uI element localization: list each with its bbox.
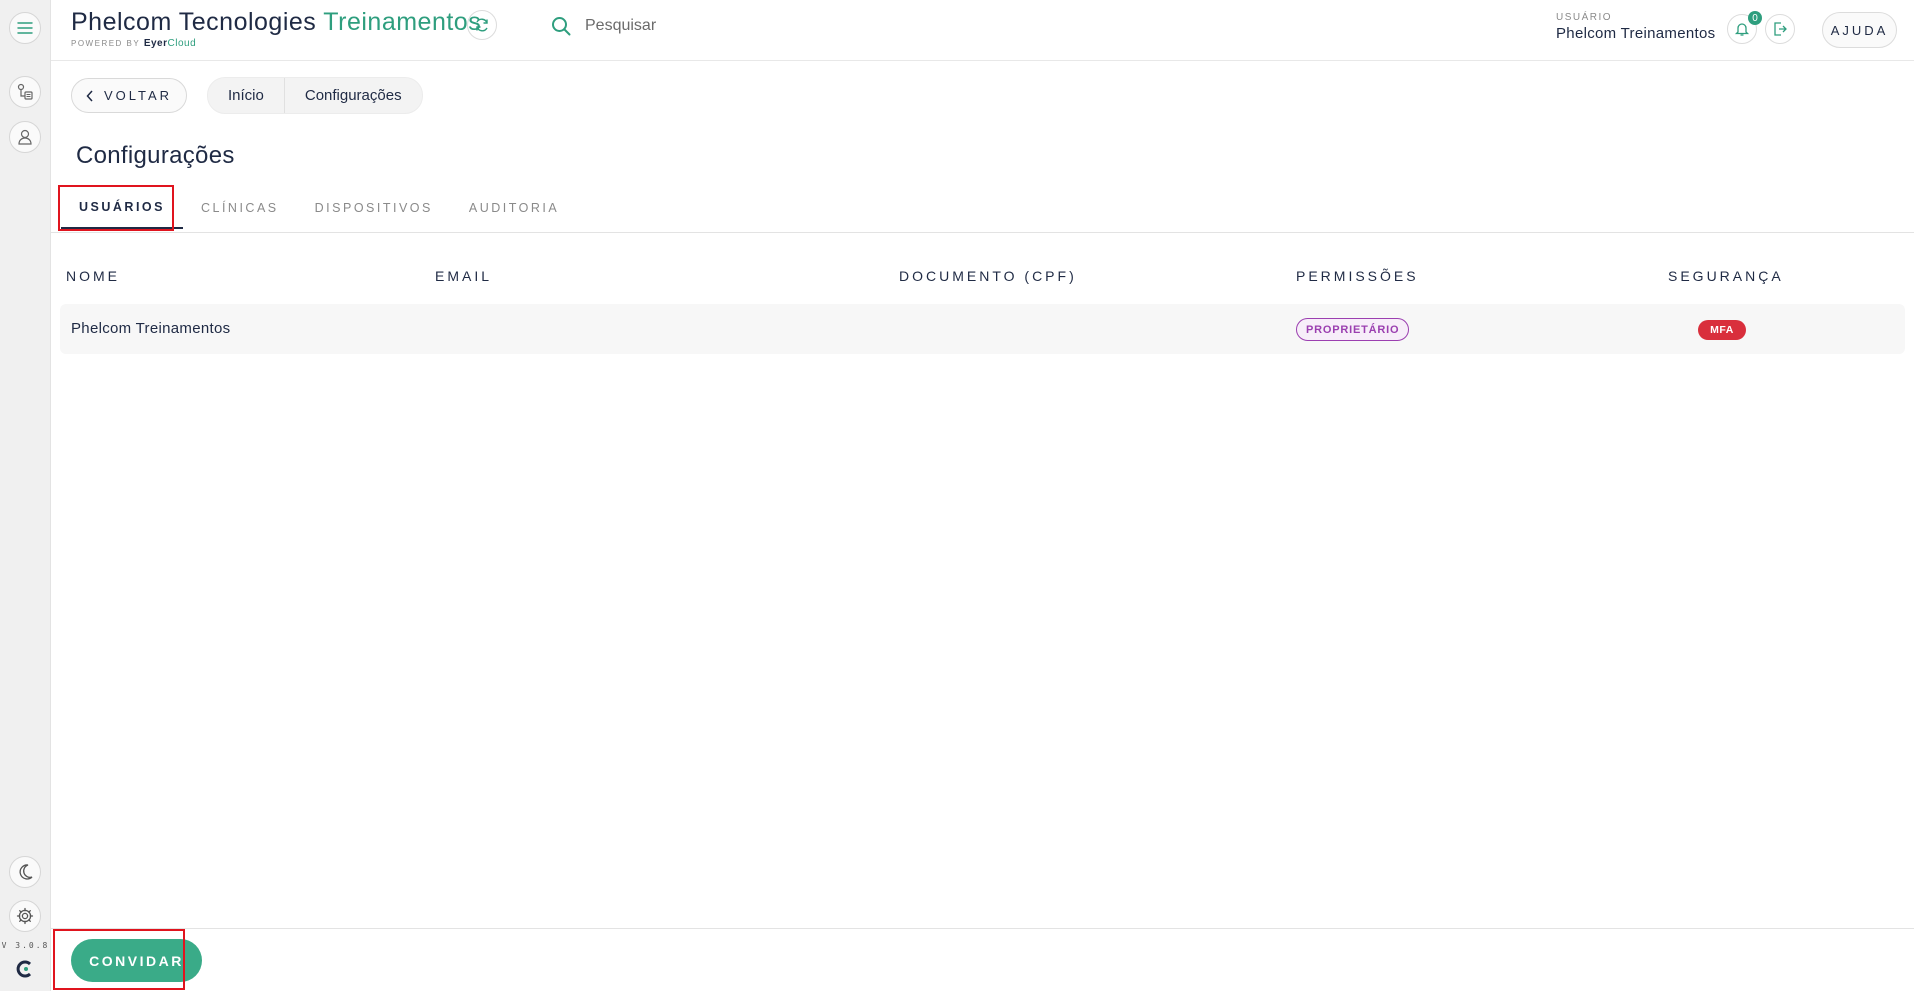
- exams-button[interactable]: [9, 76, 41, 108]
- user-name-cell: Phelcom Treinamentos: [71, 320, 231, 337]
- top-bar: Phelcom Tecnologies Treinamentos POWERED…: [51, 0, 1914, 61]
- app-title-accent: Treinamentos: [323, 8, 482, 36]
- tab-divider: [51, 232, 1914, 233]
- logout-button[interactable]: [1765, 14, 1795, 44]
- bell-icon: [1734, 23, 1750, 36]
- highlight-box-users-tab: [58, 185, 174, 231]
- highlight-box-invite-button: [53, 929, 185, 990]
- patients-button[interactable]: [9, 121, 41, 153]
- tab-clinics[interactable]: CLÍNICAS: [183, 187, 297, 229]
- powered-brand-accent: Cloud: [167, 38, 197, 49]
- brand: Phelcom Tecnologies Treinamentos POWERED…: [71, 8, 481, 49]
- column-header-document: DOCUMENTO (CPF): [899, 268, 1077, 284]
- user-name: Phelcom Treinamentos: [1556, 25, 1716, 42]
- settings-icon: [16, 907, 34, 925]
- back-button[interactable]: VOLTAR: [71, 78, 187, 113]
- logout-icon: [1774, 22, 1787, 36]
- user-info: USUÁRIO Phelcom Treinamentos: [1556, 12, 1715, 42]
- breadcrumb-item-settings[interactable]: Configurações: [283, 78, 422, 113]
- permission-badge: PROPRIETÁRIO: [1296, 318, 1410, 341]
- sync-button[interactable]: [467, 10, 497, 40]
- version-label: V 3.0.8: [1, 941, 50, 950]
- breadcrumb-item-home[interactable]: Início: [208, 78, 284, 113]
- powered-by-label: POWERED BY: [71, 39, 141, 48]
- notification-count: 0: [1748, 11, 1762, 25]
- sync-icon: [476, 18, 488, 32]
- app-title: Phelcom Tecnologies Treinamentos: [71, 8, 481, 37]
- search-icon[interactable]: [551, 16, 571, 36]
- notifications-button[interactable]: 0: [1727, 11, 1762, 44]
- column-header-permissions: PERMISSÕES: [1296, 268, 1419, 284]
- column-header-name: NOME: [66, 268, 120, 284]
- user-caption: USUÁRIO: [1556, 12, 1613, 23]
- eyer-logo-icon: [16, 960, 32, 978]
- page-title: Configurações: [76, 142, 235, 169]
- menu-button[interactable]: [9, 12, 41, 44]
- exams-icon: [17, 83, 33, 100]
- column-header-email: EMAIL: [435, 268, 493, 284]
- settings-button[interactable]: [9, 900, 41, 932]
- patients-icon: [18, 129, 32, 145]
- powered-by: POWERED BY EyerCloud: [71, 38, 481, 49]
- security-badge: MFA: [1698, 320, 1746, 340]
- left-rail: V 3.0.8: [0, 0, 51, 991]
- dark-mode-toggle[interactable]: [9, 856, 41, 888]
- back-label: VOLTAR: [103, 88, 173, 103]
- table-header: NOME EMAIL DOCUMENTO (CPF) PERMISSÕES SE…: [60, 268, 1904, 290]
- chevron-left-icon: [86, 89, 93, 102]
- table-row[interactable]: Phelcom Treinamentos PROPRIETÁRIO MFA: [60, 304, 1905, 354]
- app-title-main: Phelcom Tecnologies: [71, 8, 317, 36]
- search-input[interactable]: [585, 17, 885, 35]
- menu-icon: [17, 22, 33, 34]
- footer-divider: [51, 928, 1914, 929]
- tab-devices[interactable]: DISPOSITIVOS: [297, 187, 451, 229]
- column-header-security: SEGURANÇA: [1668, 268, 1784, 284]
- breadcrumb: Início Configurações: [207, 77, 423, 114]
- help-button[interactable]: AJUDA: [1822, 12, 1897, 48]
- powered-brand: Eyer: [143, 38, 168, 49]
- tab-audit[interactable]: AUDITORIA: [451, 187, 577, 229]
- search-bar: [551, 16, 885, 36]
- dark-mode-icon: [19, 864, 33, 880]
